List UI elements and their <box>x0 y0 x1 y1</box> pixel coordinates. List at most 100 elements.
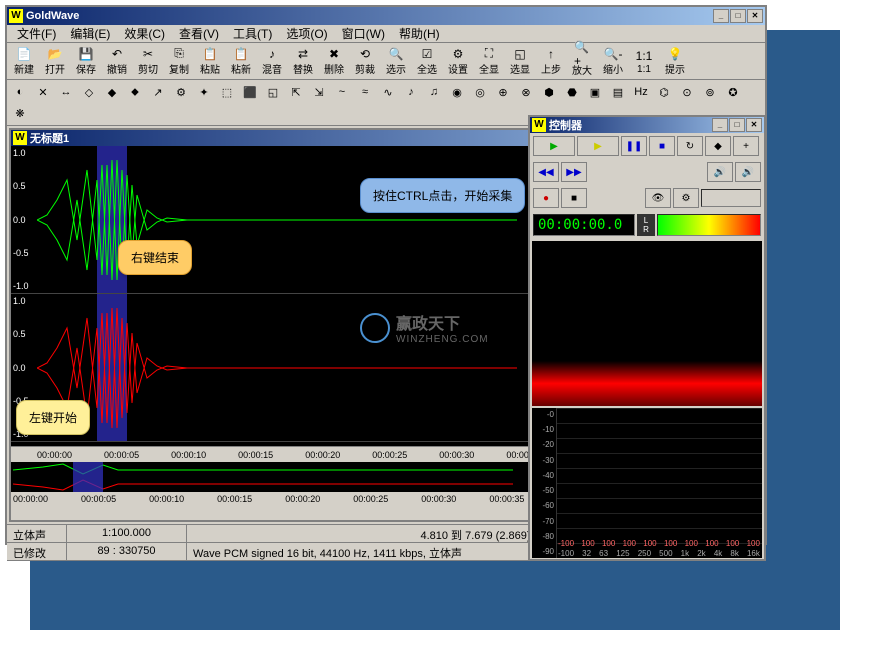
fx-22[interactable]: ⊗ <box>515 82 537 102</box>
fx-10[interactable]: ⬛ <box>239 82 261 102</box>
settings-button[interactable]: ⚙ <box>673 188 699 208</box>
rewind-button[interactable]: ◀◀ <box>533 162 559 182</box>
fx-12[interactable]: ⇱ <box>285 82 307 102</box>
tool-4[interactable]: ✂剪切 <box>133 45 163 77</box>
menu-window[interactable]: 窗口(W) <box>336 24 391 43</box>
titlebar: W GoldWave _ □ ✕ <box>7 7 765 25</box>
tool-15[interactable]: ⛶全显 <box>474 45 504 77</box>
play-button[interactable]: ▶ <box>533 136 575 156</box>
fx-8[interactable]: ✦ <box>193 82 215 102</box>
fx-21[interactable]: ⊕ <box>492 82 514 102</box>
fx-29[interactable]: ⊙ <box>676 82 698 102</box>
watermark-logo-icon <box>360 313 390 343</box>
fx-28[interactable]: ⌬ <box>653 82 675 102</box>
fx-6[interactable]: ↗ <box>147 82 169 102</box>
pause-button[interactable]: ❚❚ <box>621 136 647 156</box>
tool-12[interactable]: 🔍选示 <box>381 45 411 77</box>
fx-5[interactable]: ⬥ <box>124 82 146 102</box>
status-zoom: 1:100.000 <box>67 525 187 542</box>
status-samples: 89 : 330750 <box>67 543 187 560</box>
ctrl-close-button[interactable]: ✕ <box>746 118 762 132</box>
fx-25[interactable]: ▣ <box>584 82 606 102</box>
status-stereo: 立体声 <box>7 525 67 542</box>
tool-11[interactable]: ⟲剪裁 <box>350 45 380 77</box>
fx-7[interactable]: ⚙ <box>170 82 192 102</box>
fx-24[interactable]: ⬣ <box>561 82 583 102</box>
forward-button[interactable]: ▶▶ <box>561 162 587 182</box>
fx-32[interactable]: ❋ <box>9 103 31 123</box>
controller-title: 控制器 <box>549 117 582 133</box>
lr-indicator: L R <box>637 214 655 236</box>
speaker-right-button[interactable]: 🔊 <box>735 162 761 182</box>
fx-17[interactable]: ♪ <box>400 82 422 102</box>
ctrl-maximize-button[interactable]: □ <box>729 118 745 132</box>
volume-slider[interactable] <box>701 189 761 207</box>
menu-option[interactable]: 选项(O) <box>280 24 333 43</box>
fx-23[interactable]: ⬢ <box>538 82 560 102</box>
main-toolbar: 📄新建📂打开💾保存↶撤销✂剪切⎘复制📋粘贴📋粘新♪混音⇄替换✖删除⟲剪裁🔍选示☑… <box>7 43 765 80</box>
fx-11[interactable]: ◱ <box>262 82 284 102</box>
plus-button[interactable]: + <box>733 136 759 156</box>
maximize-button[interactable]: □ <box>730 9 746 23</box>
tool-18[interactable]: 🔍+放大 <box>567 45 597 77</box>
record-button[interactable]: ● <box>533 188 559 208</box>
level-graph: -0-10-20-30-40-50-60-70-80-90 -100100100… <box>532 408 762 558</box>
tool-6[interactable]: 📋粘贴 <box>195 45 225 77</box>
wave-title: 无标题1 <box>30 130 69 146</box>
fx-26[interactable]: ▤ <box>607 82 629 102</box>
tool-0[interactable]: 📄新建 <box>9 45 39 77</box>
fx-13[interactable]: ⇲ <box>308 82 330 102</box>
ctrl-minimize-button[interactable]: _ <box>712 118 728 132</box>
tool-1[interactable]: 📂打开 <box>40 45 70 77</box>
tool-5[interactable]: ⎘复制 <box>164 45 194 77</box>
fx-27[interactable]: Hz <box>630 82 652 102</box>
fx-30[interactable]: ⊚ <box>699 82 721 102</box>
tool-17[interactable]: ↑上步 <box>536 45 566 77</box>
play-selection-button[interactable]: ▶ <box>577 136 619 156</box>
waveform-left <box>37 150 517 290</box>
menu-effect[interactable]: 效果(C) <box>118 24 171 43</box>
fx-9[interactable]: ⬚ <box>216 82 238 102</box>
tool-13[interactable]: ☑全选 <box>412 45 442 77</box>
loop-button[interactable]: ↻ <box>677 136 703 156</box>
fx-16[interactable]: ∿ <box>377 82 399 102</box>
callout-left-start: 左键开始 <box>16 400 90 435</box>
fx-20[interactable]: ◎ <box>469 82 491 102</box>
fx-1[interactable]: ✕ <box>32 82 54 102</box>
fx-31[interactable]: ✪ <box>722 82 744 102</box>
fx-2[interactable]: ↔ <box>55 82 77 102</box>
marker-button[interactable]: ◆ <box>705 136 731 156</box>
tool-2[interactable]: 💾保存 <box>71 45 101 77</box>
minimize-button[interactable]: _ <box>713 9 729 23</box>
fx-0[interactable]: ◐ <box>9 82 31 102</box>
menu-view[interactable]: 查看(V) <box>173 24 225 43</box>
tool-7[interactable]: 📋粘新 <box>226 45 256 77</box>
record-stop-button[interactable]: ■ <box>561 188 587 208</box>
tool-20[interactable]: 1:11:1 <box>629 45 659 77</box>
close-button[interactable]: ✕ <box>747 9 763 23</box>
tool-21[interactable]: 💡提示 <box>660 45 690 77</box>
fx-14[interactable]: ~ <box>331 82 353 102</box>
menu-help[interactable]: 帮助(H) <box>393 24 446 43</box>
tool-14[interactable]: ⚙设置 <box>443 45 473 77</box>
tool-3[interactable]: ↶撤销 <box>102 45 132 77</box>
status-modified: 已修改 <box>7 543 67 560</box>
fx-19[interactable]: ◉ <box>446 82 468 102</box>
tool-9[interactable]: ⇄替换 <box>288 45 318 77</box>
view-button[interactable]: 👁 <box>645 188 671 208</box>
tool-19[interactable]: 🔍-缩小 <box>598 45 628 77</box>
fx-18[interactable]: ♫ <box>423 82 445 102</box>
speaker-left-button[interactable]: 🔊 <box>707 162 733 182</box>
tool-16[interactable]: ◱选显 <box>505 45 535 77</box>
menu-file[interactable]: 文件(F) <box>11 24 62 43</box>
menu-tool[interactable]: 工具(T) <box>227 24 278 43</box>
fx-4[interactable]: ◆ <box>101 82 123 102</box>
stop-button[interactable]: ■ <box>649 136 675 156</box>
menu-edit[interactable]: 编辑(E) <box>64 24 116 43</box>
fx-3[interactable]: ◇ <box>78 82 100 102</box>
fx-15[interactable]: ≈ <box>354 82 376 102</box>
watermark: 赢政天下 WINZHENG.COM <box>360 310 489 345</box>
controller-icon: W <box>532 118 546 132</box>
tool-10[interactable]: ✖删除 <box>319 45 349 77</box>
tool-8[interactable]: ♪混音 <box>257 45 287 77</box>
